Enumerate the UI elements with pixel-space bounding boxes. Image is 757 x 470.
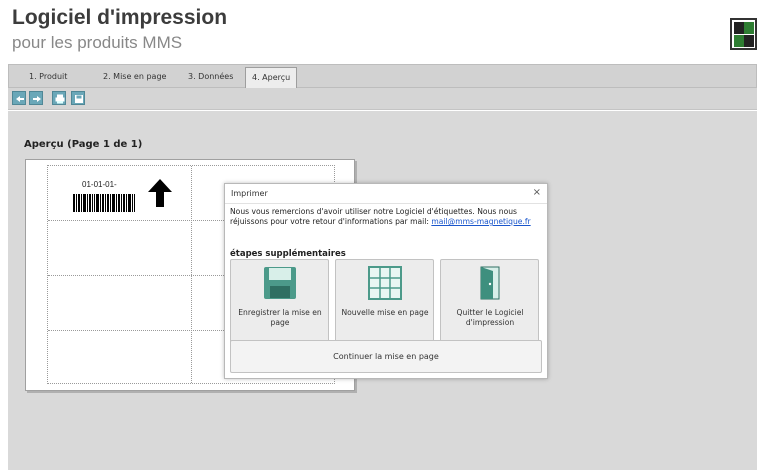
- arrow-up-icon: [148, 179, 172, 207]
- dialog-message: Nous vous remercions d'avoir utiliser no…: [230, 207, 544, 227]
- mms-logo: [730, 18, 757, 50]
- tab-produit[interactable]: 1. Produit: [23, 67, 73, 87]
- email-link[interactable]: mail@mms-magnetique.fr: [431, 217, 530, 226]
- app-title: Logiciel d'impression: [12, 6, 228, 29]
- tab-mise-en-page[interactable]: 2. Mise en page: [97, 67, 172, 87]
- save-icon[interactable]: [71, 91, 85, 105]
- dialog-title: Imprimer: [231, 189, 268, 198]
- app-header: Logiciel d'impression pour les produits …: [0, 0, 757, 62]
- grid-layout-icon: [368, 266, 402, 300]
- label-text: 01-01-01-: [82, 180, 117, 189]
- floppy-disk-icon: [264, 267, 296, 299]
- close-icon[interactable]: ×: [533, 187, 541, 198]
- save-layout-label: Enregistrer la mise en page: [238, 308, 322, 327]
- new-layout-button[interactable]: Nouvelle mise en page: [335, 259, 434, 350]
- barcode-icon: [73, 194, 135, 212]
- tab-bar: 1. Produit 2. Mise en page 3. Données 4.…: [8, 64, 757, 89]
- app-subtitle: pour les produits MMS: [12, 33, 183, 52]
- quit-software-label: Quitter le Logiciel d'impression: [456, 308, 524, 327]
- dialog-header: Imprimer ×: [225, 184, 547, 204]
- new-layout-label: Nouvelle mise en page: [341, 308, 429, 317]
- quit-software-button[interactable]: Quitter le Logiciel d'impression: [440, 259, 539, 350]
- dialog-subheading: étapes supplémentaires: [230, 249, 346, 259]
- continue-layout-button[interactable]: Continuer la mise en page: [230, 340, 542, 373]
- exit-door-icon: [480, 266, 500, 300]
- preview-title: Aperçu (Page 1 de 1): [24, 139, 143, 150]
- arrow-left-icon[interactable]: [12, 91, 26, 105]
- tab-donnees[interactable]: 3. Données: [182, 67, 239, 87]
- print-dialog: Imprimer × Nous vous remercions d'avoir …: [224, 183, 548, 379]
- print-icon[interactable]: [52, 91, 66, 105]
- arrow-right-icon[interactable]: [29, 91, 43, 105]
- save-layout-button[interactable]: Enregistrer la mise en page: [230, 259, 329, 350]
- tab-apercu[interactable]: 4. Aperçu: [245, 67, 298, 89]
- toolbar: [8, 88, 757, 110]
